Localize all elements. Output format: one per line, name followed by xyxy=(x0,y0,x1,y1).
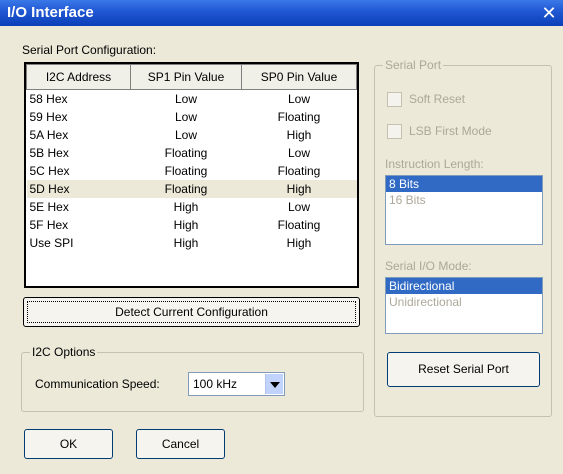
reset-serial-port-button[interactable]: Reset Serial Port xyxy=(387,352,540,387)
cell-sp0: Floating xyxy=(277,218,321,232)
column-header-sp0-pin[interactable]: SP0 Pin Value xyxy=(241,64,357,90)
serial-io-mode-list[interactable]: Bidirectional Unidirectional xyxy=(385,277,543,334)
column-header-sp1-pin[interactable]: SP1 Pin Value xyxy=(130,64,242,90)
title-bar: I/O Interface ✕ xyxy=(0,0,563,26)
communication-speed-value: 100 kHz xyxy=(193,377,238,391)
table-row[interactable]: 5A Hex Low High xyxy=(27,126,357,144)
chevron-down-icon[interactable] xyxy=(265,374,283,394)
table-row[interactable]: 5E Hex High Low xyxy=(27,198,357,216)
cell-address: 58 Hex xyxy=(29,92,68,106)
cell-address: 5C Hex xyxy=(29,164,70,178)
cell-sp0: High xyxy=(286,128,312,142)
i2c-address-table: I2C Address SP1 Pin Value SP0 Pin Value … xyxy=(24,62,359,288)
cell-address: 59 Hex xyxy=(29,110,68,124)
column-header-i2c-address[interactable]: I2C Address xyxy=(26,64,131,90)
lsb-first-checkbox[interactable] xyxy=(387,124,402,139)
ok-button[interactable]: OK xyxy=(24,429,113,459)
instruction-length-label: Instruction Length: xyxy=(385,157,484,171)
cell-sp0: Low xyxy=(287,146,310,160)
cell-address: 5A Hex xyxy=(29,128,69,142)
io-interface-dialog: I/O Interface ✕ Serial Port Configuratio… xyxy=(0,0,563,474)
table-row[interactable]: 5B Hex Floating Low xyxy=(27,144,357,162)
cell-sp1: Low xyxy=(174,92,197,106)
serial-port-title: Serial Port xyxy=(383,58,444,72)
table-row[interactable]: 5F Hex High Floating xyxy=(27,216,357,234)
table-header-row: I2C Address SP1 Pin Value SP0 Pin Value xyxy=(26,64,357,90)
table-row[interactable]: 5C Hex Floating Floating xyxy=(27,162,357,180)
cell-sp1: High xyxy=(173,218,199,232)
window-title: I/O Interface xyxy=(7,4,94,21)
cell-address: Use SPI xyxy=(29,236,74,250)
table-row[interactable]: 59 Hex Low Floating xyxy=(27,108,357,126)
cell-sp0: Low xyxy=(287,92,310,106)
cell-sp1: Low xyxy=(174,128,197,142)
cell-sp1: High xyxy=(173,236,199,250)
soft-reset-label: Soft Reset xyxy=(409,92,466,106)
cell-address: 5E Hex xyxy=(29,200,69,214)
list-item-8-bits[interactable]: 8 Bits xyxy=(386,176,542,192)
cell-sp1: Floating xyxy=(130,180,242,198)
i2c-options-title: I2C Options xyxy=(30,345,98,359)
list-item-unidirectional[interactable]: Unidirectional xyxy=(386,294,542,310)
cell-sp1: Low xyxy=(174,110,197,124)
cell-address: 5B Hex xyxy=(29,146,69,160)
cell-sp1: Floating xyxy=(164,146,208,160)
focus-rectangle xyxy=(27,301,356,323)
table-row[interactable]: 58 Hex Low Low xyxy=(27,90,357,109)
table-row[interactable]: Use SPI High High xyxy=(27,234,357,252)
serial-io-mode-label: Serial I/O Mode: xyxy=(385,259,472,273)
list-item-16-bits[interactable]: 16 Bits xyxy=(386,192,542,208)
cell-sp0: Floating xyxy=(277,164,321,178)
cell-address: 5D Hex xyxy=(26,180,131,198)
close-icon[interactable]: ✕ xyxy=(539,3,559,23)
table-row-selected[interactable]: 5D Hex Floating High xyxy=(26,180,357,198)
lsb-first-label: LSB First Mode xyxy=(409,124,492,138)
cancel-button[interactable]: Cancel xyxy=(136,429,225,459)
cell-sp0: High xyxy=(286,236,312,250)
cell-sp1: Floating xyxy=(164,164,208,178)
cell-address: 5F Hex xyxy=(29,218,69,232)
cell-sp0: Floating xyxy=(277,110,321,124)
communication-speed-label: Communication Speed: xyxy=(35,377,160,391)
communication-speed-select[interactable]: 100 kHz xyxy=(188,372,285,396)
cell-sp0: Low xyxy=(287,200,310,214)
list-item-bidirectional[interactable]: Bidirectional xyxy=(386,278,542,294)
serial-port-config-label: Serial Port Configuration: xyxy=(22,43,157,57)
detect-configuration-button[interactable]: Detect Current Configuration xyxy=(23,297,360,327)
instruction-length-list[interactable]: 8 Bits 16 Bits xyxy=(385,175,543,245)
soft-reset-checkbox[interactable] xyxy=(387,92,402,107)
cell-sp1: High xyxy=(173,200,199,214)
cell-sp0: High xyxy=(241,180,357,198)
